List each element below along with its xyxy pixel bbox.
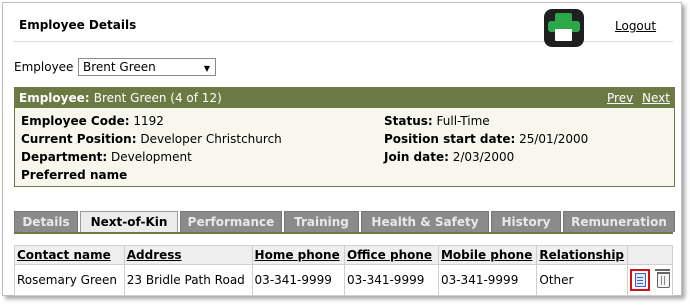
preferred-name: Preferred name — [21, 168, 128, 182]
column-mobile-phone[interactable]: Mobile phone — [437, 245, 538, 265]
status: Status: Full-Time — [384, 114, 490, 128]
employee-dropdown-value: Brent Green — [83, 60, 156, 74]
prev-link[interactable]: Prev — [607, 91, 633, 105]
panel-header: Employee: Brent Green (4 of 12) Prev Nex… — [15, 88, 674, 108]
header-bar: Employee Details Logout — [13, 9, 673, 47]
tab-history[interactable]: History — [491, 211, 561, 232]
tab-remuneration[interactable]: Remuneration — [563, 211, 675, 232]
column-contact-name[interactable]: Contact name — [14, 245, 125, 265]
employee-dropdown[interactable]: Brent Green ▼ — [78, 58, 216, 76]
tab-performance[interactable]: Performance — [180, 211, 282, 232]
column-home-phone[interactable]: Home phone — [251, 245, 345, 265]
employee-label: Employee — [14, 60, 74, 74]
printer-icon[interactable] — [544, 9, 584, 47]
tab-next-of-kin[interactable]: Next-of-Kin — [80, 211, 178, 233]
column-actions — [627, 245, 673, 265]
next-of-kin-table: Contact name Address Home phone Office p… — [14, 245, 673, 296]
current-position: Current Position: Developer Christchurch — [21, 132, 282, 146]
position-start-date: Position start date: 25/01/2000 — [384, 132, 589, 146]
column-office-phone[interactable]: Office phone — [343, 245, 439, 265]
cell-contact-name: Rosemary Green — [14, 264, 125, 296]
logout-link[interactable]: Logout — [615, 19, 656, 33]
delete-icon[interactable] — [655, 269, 670, 288]
cell-mobile-phone: 03-341-9999 — [437, 264, 538, 296]
panel-heading: Employee: Brent Green (4 of 12) — [19, 91, 222, 105]
employee-details-window: Employee Details Logout Employee Brent G… — [2, 2, 682, 296]
page-title: Employee Details — [19, 18, 137, 32]
next-link[interactable]: Next — [642, 91, 670, 105]
cell-actions — [627, 264, 673, 296]
tab-health-safety[interactable]: Health & Safety — [361, 211, 489, 232]
column-address[interactable]: Address — [123, 245, 253, 265]
cell-address: 23 Bridle Path Road — [123, 264, 253, 296]
join-date: Join date: 2/03/2000 — [384, 150, 515, 164]
edit-icon[interactable] — [630, 269, 651, 291]
employee-summary-panel: Employee: Brent Green (4 of 12) Prev Nex… — [14, 87, 675, 187]
cell-office-phone: 03-341-9999 — [343, 264, 439, 296]
employee-code: Employee Code: 1192 — [21, 114, 164, 128]
panel-heading-value: Brent Green (4 of 12) — [93, 91, 222, 105]
cell-relationship: Other — [536, 264, 629, 296]
chevron-down-icon: ▼ — [203, 64, 210, 73]
tab-underline — [14, 232, 673, 234]
panel-heading-label: Employee: — [19, 91, 90, 105]
department: Department: Development — [21, 150, 192, 164]
cell-home-phone: 03-341-9999 — [251, 264, 345, 296]
tab-bar: Details Next-of-Kin Performance Training… — [14, 211, 675, 233]
tab-details[interactable]: Details — [14, 211, 78, 232]
table-row: Rosemary Green 23 Bridle Path Road 03-34… — [14, 264, 673, 296]
column-relationship[interactable]: Relationship — [536, 245, 629, 265]
tab-training[interactable]: Training — [284, 211, 359, 232]
table-header-row: Contact name Address Home phone Office p… — [14, 245, 673, 265]
